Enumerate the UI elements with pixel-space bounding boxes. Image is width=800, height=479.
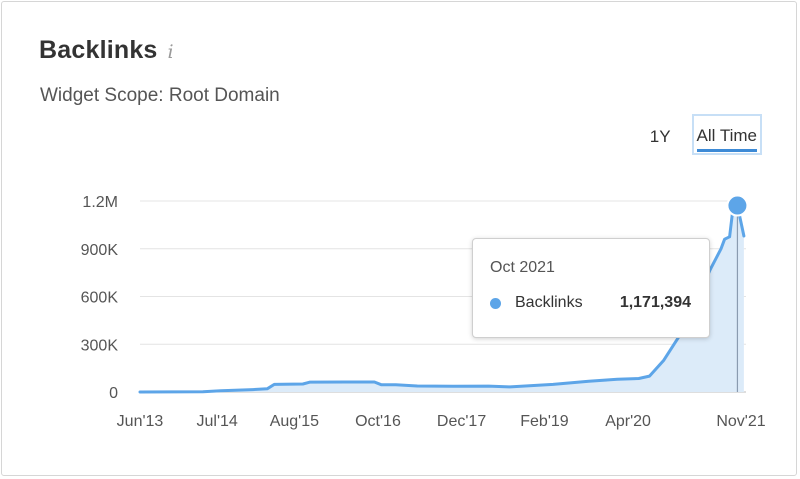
x-tick-label: Apr'20 [605,413,651,430]
x-tick-label: Aug'15 [270,413,319,430]
y-tick-label: 600K [81,290,119,307]
highlighted-point[interactable] [726,194,749,217]
x-tick-label: Nov'21 [716,413,765,430]
y-tick-label: 0 [109,385,118,402]
tooltip-series-name: Backlinks [515,294,583,311]
x-tick-label: Jul'14 [197,413,238,430]
x-tick-label: Jun'13 [117,413,164,430]
series-marker [490,297,501,309]
x-tick-label: Feb'19 [520,413,569,430]
x-tick-label: Dec'17 [437,413,486,430]
x-tick-label: Oct'16 [355,413,401,430]
y-tick-label: 900K [81,242,119,259]
x-axis: Jun'13 Jul'14 Aug'15 Oct'16 Dec'17 Feb'19 Apr'… [117,413,766,430]
tooltip-value: 1,171,394 [619,294,691,311]
chart-tooltip: Oct 2021 Backlinks 1,171,394 [472,238,710,338]
tooltip-series-row: Backlinks 1,171,394 [490,294,691,312]
tooltip-date: Oct 2021 [490,259,555,276]
y-tick-label: 1.2M [82,194,118,211]
y-tick-label: 300K [81,337,119,354]
y-axis: 0 300K 600K 900K 1.2M [81,194,119,402]
